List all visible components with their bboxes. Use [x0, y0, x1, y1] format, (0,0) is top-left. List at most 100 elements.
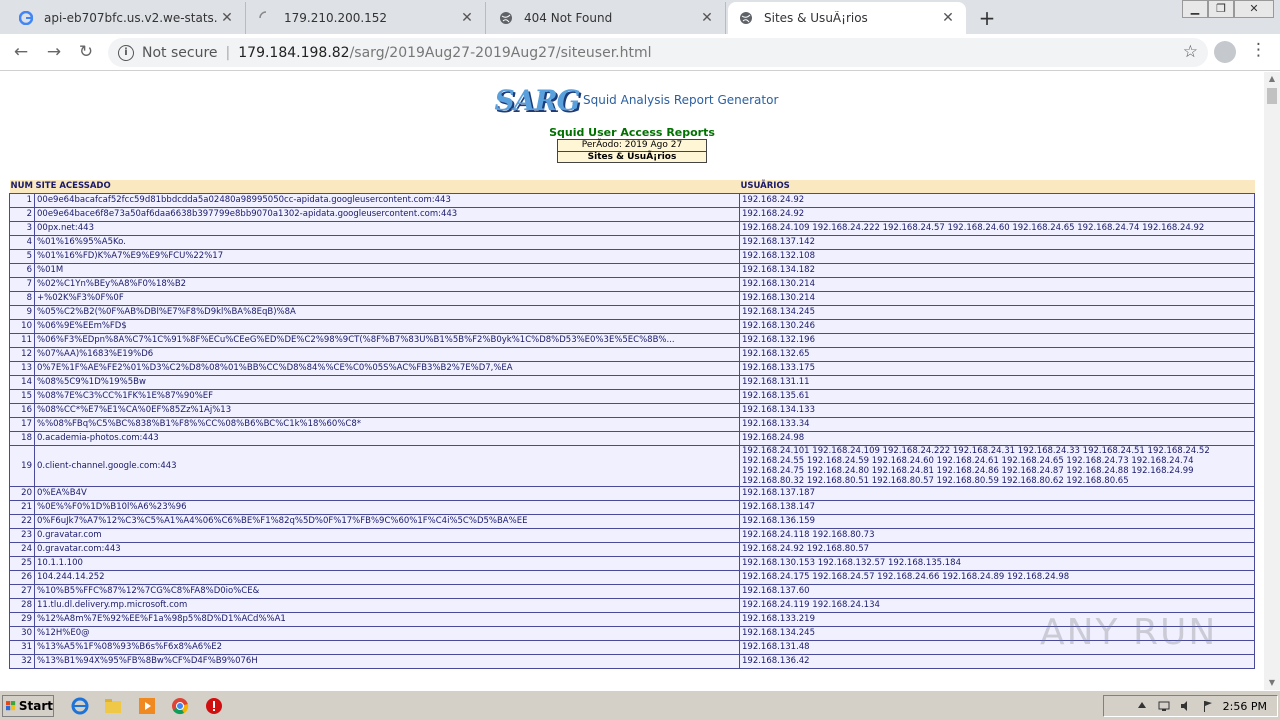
row-num: 20: [9, 485, 35, 501]
chrome-icon[interactable]: [170, 696, 190, 716]
google-icon: [18, 10, 34, 26]
row-num: 25: [9, 555, 35, 571]
row-users: 192.168.133.34: [739, 416, 1255, 432]
tab-404[interactable]: 404 Not Found ✕: [488, 2, 726, 34]
close-window-button[interactable]: ✕: [1234, 0, 1274, 18]
row-site: %07%AA)%1683%E19%D6: [34, 346, 740, 362]
row-num: 8: [9, 290, 35, 306]
row-site: %0E%%F0%1D%B10l%A6%23%96: [34, 499, 740, 515]
row-num: 13: [9, 360, 35, 376]
row-site: %01%16%95%A5Ko.: [34, 234, 740, 250]
table-row: 28 11.tlu.dl.delivery.mp.microsoft.com 192…: [9, 597, 1255, 613]
row-num: 16: [9, 402, 35, 418]
row-num: 32: [9, 653, 35, 669]
row-site: 0.academia-photos.com:443: [34, 430, 740, 446]
info-icon[interactable]: i: [118, 44, 134, 61]
row-users: 192.168.137.142: [739, 234, 1255, 250]
internet-explorer-icon[interactable]: [70, 696, 90, 716]
menu-icon[interactable]: ⋮: [1250, 40, 1267, 60]
system-tray: 2:56 PM: [1103, 695, 1278, 717]
close-icon[interactable]: ✕: [217, 10, 237, 26]
scroll-down-icon[interactable]: ▼: [1264, 676, 1280, 690]
row-users: 192.168.130.153 192.168.132.57 192.168.1…: [739, 555, 1255, 571]
page-content: SARG Squid Analysis Report Generator Squ…: [0, 72, 1264, 690]
media-player-icon[interactable]: [137, 696, 157, 716]
flag-icon[interactable]: [1201, 699, 1215, 713]
tab-ip[interactable]: 179.210.200.152 ✕: [248, 2, 486, 34]
table-row: 26 104.244.14.252 192.168.24.175 192.168.2…: [9, 569, 1255, 585]
volume-icon[interactable]: [1179, 699, 1193, 713]
new-tab-button[interactable]: +: [976, 6, 998, 30]
row-users: 192.168.134.182: [739, 262, 1255, 278]
start-button[interactable]: Start: [2, 695, 54, 717]
profile-avatar-icon[interactable]: [1214, 41, 1236, 63]
row-site: %12H%E0@: [34, 625, 740, 641]
row-users: 192.168.24.101 192.168.24.109 192.168.24…: [739, 444, 1255, 487]
row-site: %10%B5%FFC%87%12%7CG%C8%FA8%D0io%CE&: [34, 583, 740, 599]
tab-sites-usuarios[interactable]: Sites & UsuÃ¡rios ✕: [728, 2, 966, 34]
row-users: 192.168.24.175 192.168.24.57 192.168.24.…: [739, 569, 1255, 585]
row-site: 0.gravatar.com:443: [34, 541, 740, 557]
tab-title: 404 Not Found: [524, 11, 613, 25]
sarg-logo: SARG: [494, 83, 580, 117]
row-users: 192.168.24.92: [739, 206, 1255, 222]
row-num: 27: [9, 583, 35, 599]
close-icon[interactable]: ✕: [457, 10, 477, 26]
row-users: 192.168.24.92: [739, 192, 1255, 208]
row-site: 0.gravatar.com: [34, 527, 740, 543]
row-users: 192.168.130.214: [739, 276, 1255, 292]
close-icon[interactable]: ✕: [938, 10, 958, 26]
row-num: 21: [9, 499, 35, 515]
row-num: 31: [9, 639, 35, 655]
address-bar[interactable]: i Not secure | 179.184.198.82 /sarg/2019…: [108, 38, 1208, 67]
row-num: 10: [9, 318, 35, 334]
browser-toolbar: ← → ↻ i Not secure | 179.184.198.82 /sar…: [0, 34, 1280, 71]
row-users: 192.168.134.133: [739, 402, 1255, 418]
vertical-scrollbar[interactable]: ▲ ▼: [1264, 72, 1280, 690]
row-site: 0%F6uJk7%A7%12%C3%C5%A1%A4%06%C6%BE%F1%8…: [34, 513, 740, 529]
table-row: 12 %07%AA)%1683%E19%D6 192.168.132.65: [9, 346, 1255, 362]
row-num: 28: [9, 597, 35, 613]
row-users: 192.168.130.214: [739, 290, 1255, 306]
omnibox-separator: |: [225, 44, 231, 61]
network-icon[interactable]: [1157, 699, 1171, 713]
row-site: +%02K%F3%0F%0F: [34, 290, 740, 306]
stop-icon[interactable]: [204, 696, 224, 716]
back-button[interactable]: ←: [10, 41, 32, 63]
table-row: 17 %%08%FBq%C5%BC%838%B1%F8%%CC%08%B6%BC%…: [9, 416, 1255, 432]
row-num: 22: [9, 513, 35, 529]
row-site: %05%C2%B2(%0F%AB%DBl%E7%F8%D9kl%BA%8EqB)…: [34, 304, 740, 320]
report-title: Squid User Access Reports: [549, 126, 715, 139]
row-site: %02%C1Yn%BEy%A8%F0%18%B2: [34, 276, 740, 292]
forward-button[interactable]: →: [43, 41, 65, 63]
table-row: 18 0.academia-photos.com:443 192.168.24.98: [9, 430, 1255, 446]
row-site: 10.1.1.100: [34, 555, 740, 571]
show-hidden-icons-icon[interactable]: [1135, 699, 1149, 713]
table-row: 32 %13%B1%94X%95%FB%8Bw%CF%D4F%B9%076H 192…: [9, 653, 1255, 669]
scroll-up-icon[interactable]: ▲: [1264, 72, 1280, 86]
header-site: SITE ACESSADO: [34, 180, 740, 193]
globe-icon: [738, 10, 754, 26]
row-site: 0%7E%1F%AE%FE2%01%D3%C2%D8%08%01%BB%CC%D…: [34, 360, 740, 376]
row-site: %08%CC*%E7%E1%CA%0EF%85Zz%1Aj%13: [34, 402, 740, 418]
reload-button[interactable]: ↻: [75, 41, 97, 63]
table-row: 5 %01%16%FD)K%A7%E9%E9%FCU%22%17 192.168.1…: [9, 248, 1255, 264]
scroll-thumb[interactable]: [1267, 88, 1277, 104]
row-site: %06%9E%EEm%FD$: [34, 318, 740, 334]
row-num: 11: [9, 332, 35, 348]
row-num: 3: [9, 220, 35, 236]
table-row: 2 00e9e64bace6f8e73a50af6daa6638b397799e8…: [9, 206, 1255, 222]
close-icon[interactable]: ✕: [697, 10, 717, 26]
minimize-button[interactable]: ▁: [1182, 0, 1208, 18]
row-num: 30: [9, 625, 35, 641]
row-num: 5: [9, 248, 35, 264]
folder-icon[interactable]: [103, 696, 123, 716]
maximize-button[interactable]: ❐: [1208, 0, 1234, 18]
row-site: 00e9e64bace6f8e73a50af6daa6638b397799e8b…: [34, 206, 740, 222]
star-icon[interactable]: ☆: [1183, 42, 1198, 62]
row-users: 192.168.24.109 192.168.24.222 192.168.24…: [739, 220, 1255, 236]
table-row: 16 %08%CC*%E7%E1%CA%0EF%85Zz%1Aj%13 192.16…: [9, 402, 1255, 418]
period-label: PerÃ­odo: 2019 Ago 27: [581, 140, 683, 150]
table-row: 6 %01M 192.168.134.182: [9, 262, 1255, 278]
tab-we-stats[interactable]: api-eb707bfc.us.v2.we-stats.com - ✕: [8, 2, 246, 34]
